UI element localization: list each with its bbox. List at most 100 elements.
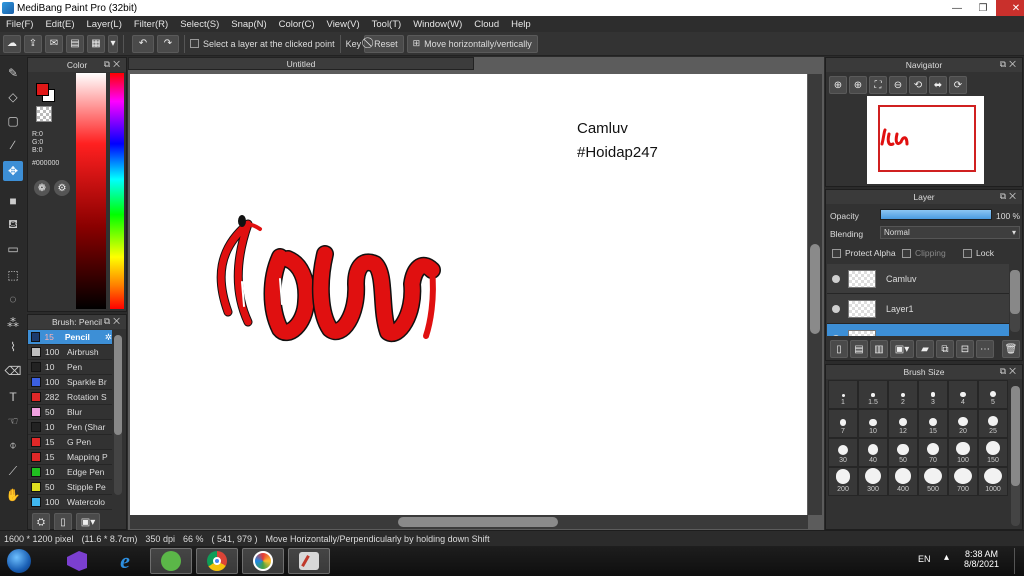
select-layer-checkbox[interactable]: Select a layer at the clicked point	[190, 39, 335, 49]
move-hv-button[interactable]: ⊞ Move horizontally/vertically	[406, 34, 538, 53]
brush-tool-icon[interactable]: ✎	[3, 63, 23, 83]
menu-snap[interactable]: Snap(N)	[225, 19, 272, 30]
canvas-tab[interactable]: Untitled	[128, 57, 474, 70]
fill-shape-tool-icon[interactable]: ■	[3, 191, 23, 211]
maximize-button[interactable]: ❐	[970, 0, 996, 16]
brush-size-cell[interactable]: 25	[978, 409, 1008, 438]
canvas-vertical-scrollbar[interactable]	[808, 74, 822, 515]
brush-size-cell[interactable]: 20	[948, 409, 978, 438]
rotate-right-icon[interactable]: ⟳	[949, 76, 967, 94]
reset-button[interactable]: ⃠ Reset	[364, 34, 404, 53]
taskbar-visual-studio[interactable]	[56, 548, 98, 574]
cloud-icon[interactable]: ☁	[3, 34, 21, 53]
brush-list-item[interactable]: 100 Airbrush	[28, 345, 112, 360]
panel-controls-icon[interactable]: ⧉✕	[1000, 191, 1019, 202]
brush-list-item[interactable]: 10 Edge Pen	[28, 465, 112, 480]
brush-size-cell[interactable]: 4	[948, 380, 978, 409]
drawing-canvas[interactable]: Camluv #Hoidap247	[130, 74, 807, 515]
visibility-eye-icon[interactable]	[832, 304, 840, 313]
chat-icon[interactable]: ▤	[66, 34, 84, 53]
new-halftone-layer-icon[interactable]: ▤	[850, 340, 868, 358]
merge-down-icon[interactable]: ⊟	[956, 340, 974, 358]
brush-list-item[interactable]: 100 Watercolo	[28, 495, 112, 510]
menu-layer[interactable]: Layer(L)	[81, 19, 128, 30]
brush-size-cell[interactable]: 700	[948, 467, 978, 496]
lock-checkbox[interactable]: Lock	[963, 248, 994, 258]
menu-color[interactable]: Color(C)	[273, 19, 321, 30]
rotate-left-icon[interactable]: ⟲	[909, 76, 927, 94]
vertical-scroll-thumb[interactable]	[810, 244, 820, 334]
select-eraser-tool-icon[interactable]: ⌫	[3, 361, 23, 381]
brush-list-item[interactable]: 282 Rotation S	[28, 390, 112, 405]
checkbox-box[interactable]	[832, 248, 841, 258]
foreground-color-swatch[interactable]	[36, 83, 49, 96]
visibility-eye-icon[interactable]	[832, 334, 840, 336]
lasso-tool-icon[interactable]: ◌	[3, 289, 23, 309]
brush-list-item[interactable]: 50 Stipple Pe	[28, 480, 112, 495]
fit-screen-icon[interactable]: ⛶	[869, 76, 887, 94]
menu-edit[interactable]: Edit(E)	[39, 19, 80, 30]
duplicate-layer-icon[interactable]: ⧉	[936, 340, 954, 358]
clipping-checkbox[interactable]: Clipping	[902, 248, 946, 258]
brush-list-item[interactable]: 15 G Pen	[28, 435, 112, 450]
checkbox-box[interactable]	[963, 248, 972, 258]
brush-settings-icon[interactable]: ✲	[105, 332, 112, 343]
brush-size-cell[interactable]: 3	[918, 380, 948, 409]
brush-size-cell[interactable]: 10	[858, 409, 888, 438]
hand-tool-icon[interactable]: ✋	[3, 485, 23, 505]
brush-size-cell[interactable]: 50	[888, 438, 918, 467]
start-button[interactable]	[2, 548, 36, 574]
brush-size-cell[interactable]: 30	[828, 438, 858, 467]
brush-list-item[interactable]: 50 Blur	[28, 405, 112, 420]
undo-icon[interactable]: ↶	[132, 34, 154, 53]
zoom-out-icon[interactable]: ⊖	[889, 76, 907, 94]
checkbox-box[interactable]	[902, 248, 911, 258]
magic-wand-tool-icon[interactable]: ⁂	[3, 313, 23, 333]
brush-size-cell[interactable]: 1.5	[858, 380, 888, 409]
tray-up-arrow-icon[interactable]: ▴	[944, 552, 949, 563]
brush-size-cell[interactable]: 200	[828, 467, 858, 496]
menu-cloud[interactable]: Cloud	[468, 19, 505, 30]
brush-size-cell[interactable]: 150	[978, 438, 1008, 467]
show-desktop-button[interactable]	[1014, 548, 1022, 574]
rect-select-tool-icon[interactable]: ▢	[3, 111, 23, 131]
menu-help[interactable]: Help	[505, 19, 537, 30]
brush-list-item[interactable]: 10 Pen (Shar	[28, 420, 112, 435]
layer-list-scrollbar[interactable]	[1010, 270, 1020, 332]
brush-size-cell[interactable]: 500	[918, 467, 948, 496]
checkbox-box[interactable]	[190, 39, 199, 48]
operation-tool-icon[interactable]: ☜	[3, 411, 23, 431]
brush-size-scrollbar[interactable]	[1011, 386, 1020, 526]
brush-list-item[interactable]: 15 Pencil ✲	[28, 330, 112, 345]
hue-slider[interactable]	[110, 73, 124, 309]
delete-layer-icon[interactable]: 🗑	[1002, 340, 1020, 358]
brush-size-cell[interactable]: 12	[888, 409, 918, 438]
eraser-tool-icon[interactable]: ◇	[3, 87, 23, 107]
menu-window[interactable]: Window(W)	[407, 19, 468, 30]
select-pen-tool-icon[interactable]: ⌇	[3, 337, 23, 357]
taskbar-internet-explorer[interactable]: e	[104, 548, 146, 574]
bucket-tool-icon[interactable]: ⛾	[3, 215, 23, 235]
saturation-brightness-picker[interactable]	[76, 73, 106, 309]
taskbar-chrome[interactable]	[196, 548, 238, 574]
menu-tool[interactable]: Tool(T)	[366, 19, 408, 30]
folder-icon[interactable]: ▰	[916, 340, 934, 358]
brush-size-cell[interactable]: 5	[978, 380, 1008, 409]
brush-list-item[interactable]: 10 Pen	[28, 360, 112, 375]
taskbar-medibang[interactable]	[288, 548, 330, 574]
brush-size-cell[interactable]: 2	[888, 380, 918, 409]
select-tool-icon[interactable]: ⬚	[3, 265, 23, 285]
brush-size-cell[interactable]: 40	[858, 438, 888, 467]
new-layer-icon[interactable]: ▯	[830, 340, 848, 358]
brush-list-item[interactable]: 15 Mapping P	[28, 450, 112, 465]
layer-row-layer1[interactable]: Layer1	[827, 294, 1009, 324]
brush-size-cell[interactable]: 70	[918, 438, 948, 467]
brush-size-cell[interactable]: 15	[918, 409, 948, 438]
palette-icon[interactable]: ❁	[34, 180, 50, 196]
palette-settings-icon[interactable]: ⚙	[54, 180, 70, 196]
menu-view[interactable]: View(V)	[321, 19, 366, 30]
toolbar-dropdown-icon[interactable]: ▾	[108, 34, 118, 53]
taskbar-paint-app[interactable]	[242, 548, 284, 574]
brush-size-cell[interactable]: 400	[888, 467, 918, 496]
navigator-preview[interactable]	[867, 96, 984, 184]
